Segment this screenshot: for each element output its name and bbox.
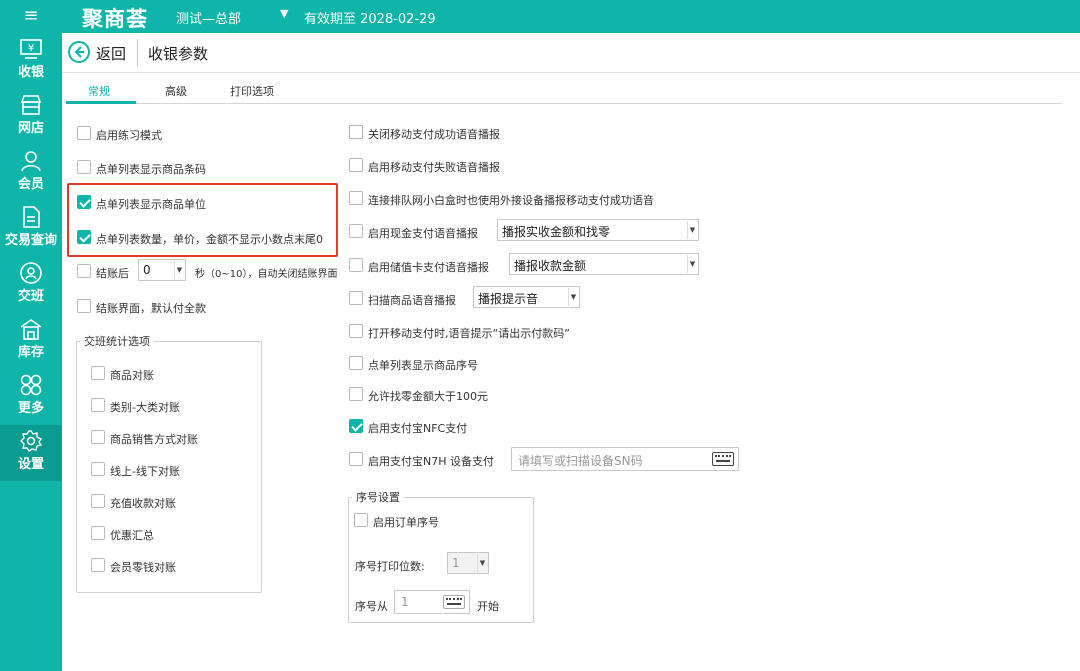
chevron-down-icon: ▼ <box>568 288 578 306</box>
hamburger-menu-icon[interactable]: ≡ <box>20 6 42 26</box>
cashier-icon: ¥ <box>20 39 42 59</box>
checkbox-box[interactable] <box>349 356 363 370</box>
auto-close-suffix: 秒（0~10），自动关闭结账界面 <box>195 269 338 280</box>
sidebar-item-label: 交班 <box>17 289 44 304</box>
back-arrow-icon[interactable] <box>68 41 90 63</box>
stored-card-voice-select[interactable]: 播报收款金额 ▼ <box>509 253 699 275</box>
sidebar-item-more[interactable]: 更多 <box>0 369 62 425</box>
auto-close-seconds-select[interactable]: 0 ▼ <box>138 259 186 281</box>
scan-voice-select[interactable]: 播报提示音 ▼ <box>473 286 580 308</box>
sidebar-item-store[interactable]: 网店 <box>0 89 62 145</box>
checkbox-box[interactable] <box>77 299 91 313</box>
checkbox-box[interactable] <box>349 258 363 272</box>
checkbox-box[interactable] <box>349 419 363 433</box>
chevron-down-icon: ▼ <box>687 255 697 273</box>
sidebar-item-member[interactable]: 会员 <box>0 145 62 201</box>
tab-print-options[interactable]: 打印选项 <box>230 83 274 99</box>
sidebar-item-transactions[interactable]: 交易查询 <box>0 201 62 257</box>
checkbox-box[interactable] <box>91 526 105 540</box>
keyboard-icon[interactable] <box>712 452 734 466</box>
checkbox-box[interactable] <box>349 387 363 401</box>
tab-divider <box>66 103 1062 104</box>
document-icon <box>23 206 40 228</box>
sidebar: ¥ 收银 网店 会员 交易查询 交班 库存 更多 设置 <box>0 33 62 671</box>
sidebar-item-shift[interactable]: 交班 <box>0 257 62 313</box>
checkbox-box[interactable] <box>91 462 105 476</box>
device-sn-input[interactable]: 请填写或扫描设备SN码 <box>511 447 739 471</box>
page-header: 返回 收银参数 <box>62 33 1080 73</box>
checkbox-box[interactable] <box>354 513 368 527</box>
back-button[interactable]: 返回 <box>96 43 126 64</box>
sidebar-item-label: 收银 <box>17 65 44 80</box>
store-name: 测试—总部 <box>176 12 242 27</box>
checkbox-box[interactable] <box>349 224 363 238</box>
checkbox-box[interactable] <box>349 191 363 205</box>
checkbox-box[interactable] <box>349 291 363 305</box>
sidebar-item-label: 库存 <box>17 345 44 360</box>
checkbox-box[interactable] <box>77 230 91 244</box>
cash-voice-select[interactable]: 播报实收金额和找零 ▼ <box>497 219 699 241</box>
checkbox-box[interactable] <box>349 158 363 172</box>
checkbox-box[interactable] <box>349 125 363 139</box>
sidebar-item-inventory[interactable]: 库存 <box>0 313 62 369</box>
chevron-down-icon: ▼ <box>477 554 487 572</box>
checkbox-box[interactable] <box>77 195 91 209</box>
sidebar-item-label: 更多 <box>17 401 44 416</box>
checkbox-box[interactable] <box>91 494 105 508</box>
seq-start-input[interactable]: 1 <box>394 590 470 614</box>
checkbox-box[interactable] <box>91 558 105 572</box>
sidebar-item-cashier[interactable]: ¥ 收银 <box>0 33 62 89</box>
brand-logo: 聚商荟 <box>82 7 148 31</box>
seq-digits-label: 序号打印位数: <box>355 560 425 573</box>
seq-start-label: 序号从 <box>355 600 388 613</box>
shift-stats-title: 交班统计选项 <box>80 333 154 349</box>
checkbox-box[interactable] <box>91 366 105 380</box>
seq-settings-title: 序号设置 <box>352 489 404 505</box>
sidebar-item-label: 会员 <box>17 177 44 192</box>
tab-general[interactable]: 常规 <box>88 83 110 99</box>
seq-digits-select[interactable]: 1 ▼ <box>447 552 489 574</box>
keyboard-icon[interactable] <box>443 595 465 609</box>
svg-text:¥: ¥ <box>28 43 34 54</box>
warehouse-icon <box>20 319 42 340</box>
sidebar-item-label: 交易查询 <box>4 233 57 248</box>
checkbox-box[interactable] <box>91 398 105 412</box>
checkbox-box[interactable] <box>349 324 363 338</box>
checkbox-box[interactable] <box>91 430 105 444</box>
store-icon <box>20 95 42 115</box>
member-icon <box>21 151 41 172</box>
sidebar-item-label: 网店 <box>17 121 44 136</box>
more-icon <box>20 374 42 396</box>
checkbox-box[interactable] <box>77 264 91 278</box>
sidebar-item-label: 设置 <box>17 457 44 472</box>
chevron-down-icon: ▼ <box>174 261 184 279</box>
active-tab-indicator <box>66 101 136 104</box>
page-title: 收银参数 <box>148 45 209 63</box>
checkbox-box[interactable] <box>77 126 91 140</box>
checkbox-box[interactable] <box>77 160 91 174</box>
header-divider <box>137 39 138 67</box>
tab-advanced[interactable]: 高级 <box>165 83 187 99</box>
checkbox-box[interactable] <box>349 452 363 466</box>
gear-icon <box>20 430 43 452</box>
top-bar: ≡ 聚商荟 测试—总部 ▼ 有效期至 2028-02-29 <box>0 0 1080 33</box>
expiry-date: 有效期至 2028-02-29 <box>304 12 436 27</box>
store-dropdown-icon[interactable]: ▼ <box>280 7 288 20</box>
seq-start-suffix: 开始 <box>477 600 499 613</box>
sidebar-item-settings[interactable]: 设置 <box>0 425 62 481</box>
tab-bar: 常规 高级 打印选项 <box>62 73 1080 105</box>
shift-icon <box>20 262 42 284</box>
chevron-down-icon: ▼ <box>687 221 697 239</box>
